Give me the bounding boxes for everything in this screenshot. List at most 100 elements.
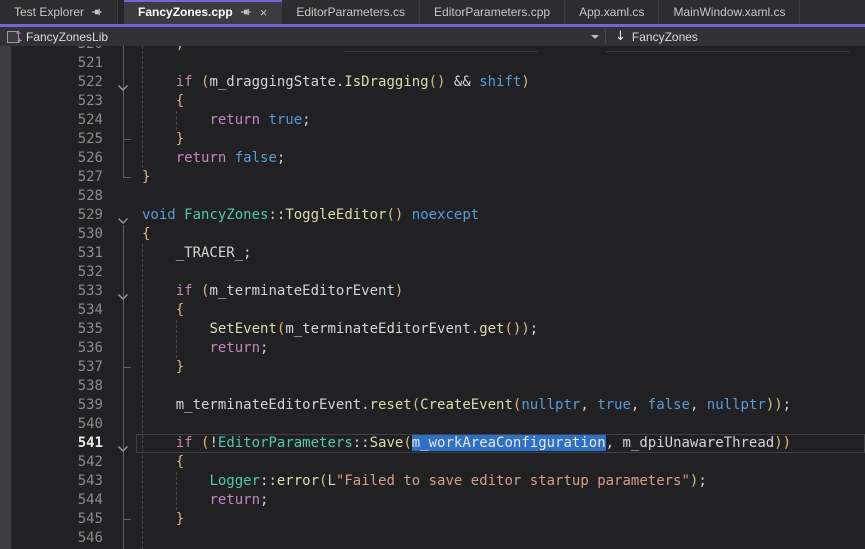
highlighted-word: m_workAreaConfiguration xyxy=(412,435,606,451)
code-line-546[interactable]: 546 xyxy=(11,529,865,548)
line-number: 526 xyxy=(11,149,103,168)
code-line-533[interactable]: 533 if (m_terminateEditorEvent) xyxy=(11,282,865,301)
line-content xyxy=(136,263,142,282)
outlining-margin xyxy=(103,358,136,377)
code-line-520[interactable]: 520 , _______________________ __________… xyxy=(11,46,865,54)
project-dropdown-label: FancyZonesLib xyxy=(26,30,108,44)
fold-chevron-icon[interactable] xyxy=(117,440,129,448)
outlining-margin xyxy=(103,149,136,168)
tab-test-explorer[interactable]: Test Explorer xyxy=(0,0,118,24)
code-editor[interactable]: 520 , _______________________ __________… xyxy=(0,46,865,549)
code-line-544[interactable]: 544 return; xyxy=(11,491,865,510)
code-line-531[interactable]: 531 _TRACER_; xyxy=(11,244,865,263)
chevron-down-icon[interactable] xyxy=(591,35,599,39)
line-content: m_terminateEditorEvent.reset(CreateEvent… xyxy=(136,396,791,415)
code-line-534[interactable]: 534 { xyxy=(11,301,865,320)
line-content: if (m_terminateEditorEvent) xyxy=(136,282,403,301)
line-number: 525 xyxy=(11,130,103,149)
line-number: 529 xyxy=(11,206,103,225)
outlining-margin xyxy=(103,46,136,54)
tab-app-xaml-cs[interactable]: App.xaml.cs xyxy=(565,0,659,24)
tab-editorparameters-cs[interactable]: EditorParameters.cs xyxy=(282,0,420,24)
tab-label: Test Explorer xyxy=(14,5,84,19)
line-content: void FancyZones::ToggleEditor() noexcept xyxy=(136,206,479,225)
code-line-540[interactable]: 540 xyxy=(11,415,865,434)
partial-top-line: 520 , _______________________ __________… xyxy=(11,46,865,54)
scope-dropdown-label: FancyZones xyxy=(632,30,698,44)
fold-chevron-icon[interactable] xyxy=(117,79,129,87)
fold-chevron-icon[interactable] xyxy=(117,212,129,220)
line-content: , _______________________ ______________… xyxy=(136,46,850,54)
code-line-532[interactable]: 532 xyxy=(11,263,865,282)
line-content xyxy=(136,54,142,73)
line-content: } xyxy=(136,168,150,187)
line-number: 544 xyxy=(11,491,103,510)
pin-icon[interactable] xyxy=(91,6,103,18)
outlining-margin xyxy=(103,415,136,434)
code-line-530[interactable]: 530 { xyxy=(11,225,865,244)
line-content: } xyxy=(136,510,184,529)
code-line-541[interactable]: 541 if (!EditorParameters::Save(m_workAr… xyxy=(11,434,865,453)
code-line-536[interactable]: 536 return; xyxy=(11,339,865,358)
tab-editorparameters-cpp[interactable]: EditorParameters.cpp xyxy=(420,0,565,24)
code-line-525[interactable]: 525 } xyxy=(11,130,865,149)
line-number: 524 xyxy=(11,111,103,130)
tab-mainwindow-xaml-cs[interactable]: MainWindow.xaml.cs xyxy=(659,0,800,24)
code-line-535[interactable]: 535 SetEvent(m_terminateEditorEvent.get(… xyxy=(11,320,865,339)
line-number: 533 xyxy=(11,282,103,301)
visual-studio-window: Test Explorer FancyZones.cpp × EditorParame… xyxy=(0,0,865,549)
fold-chevron-icon[interactable] xyxy=(117,288,129,296)
line-content: } xyxy=(136,130,184,149)
outlining-margin xyxy=(103,244,136,263)
code-line-522[interactable]: 522 if (m_draggingState.IsDragging() && … xyxy=(11,73,865,92)
line-content: return; xyxy=(136,339,268,358)
outlining-margin xyxy=(103,339,136,358)
scope-dropdown[interactable]: ↓ FancyZones xyxy=(606,27,698,46)
code-line-523[interactable]: 523 { xyxy=(11,92,865,111)
line-content: SetEvent(m_terminateEditorEvent.get()); xyxy=(136,320,538,339)
outlining-margin xyxy=(103,130,136,149)
project-dropdown[interactable]: ++ FancyZonesLib xyxy=(0,27,605,46)
outlining-margin xyxy=(103,263,136,282)
tab-label: EditorParameters.cpp xyxy=(434,5,550,19)
code-line-526[interactable]: 526 return false; xyxy=(11,149,865,168)
line-number: 530 xyxy=(11,225,103,244)
code-line-543[interactable]: 543 Logger::error(L"Failed to save edito… xyxy=(11,472,865,491)
line-number: 539 xyxy=(11,396,103,415)
line-content: { xyxy=(136,453,184,472)
line-content: return; xyxy=(136,491,268,510)
code-line-537[interactable]: 537 } xyxy=(11,358,865,377)
line-number: 527 xyxy=(11,168,103,187)
line-content: Logger::error(L"Failed to save editor st… xyxy=(136,472,707,491)
cpp-project-icon: ++ xyxy=(7,30,20,43)
outlining-margin xyxy=(103,54,136,73)
code-line-529[interactable]: 529 void FancyZones::ToggleEditor() noexc… xyxy=(11,206,865,225)
code-line-521[interactable]: 521 xyxy=(11,54,865,73)
close-icon[interactable]: × xyxy=(259,6,269,19)
code-line-542[interactable]: 542 { xyxy=(11,453,865,472)
tab-bar: Test Explorer FancyZones.cpp × EditorParame… xyxy=(0,0,865,27)
line-content: { xyxy=(136,225,150,244)
line-content: return true; xyxy=(136,111,311,130)
tab-label: FancyZones.cpp xyxy=(138,5,233,19)
line-content: _TRACER_; xyxy=(136,244,252,263)
code-line-527[interactable]: 527} xyxy=(11,168,865,187)
line-content xyxy=(136,415,142,434)
line-number: 536 xyxy=(11,339,103,358)
tab-fancyzones-cpp[interactable]: FancyZones.cpp × xyxy=(124,0,282,24)
outlining-margin xyxy=(103,168,136,187)
code-line-538[interactable]: 538 xyxy=(11,377,865,396)
line-content: return false; xyxy=(136,149,285,168)
code-line-528[interactable]: 528 xyxy=(11,187,865,206)
line-number: 546 xyxy=(11,529,103,548)
tab-label: MainWindow.xaml.cs xyxy=(673,5,785,19)
code-line-545[interactable]: 545 } xyxy=(11,510,865,529)
code-line-524[interactable]: 524 return true; xyxy=(11,111,865,130)
line-content: { xyxy=(136,92,184,111)
code-line-539[interactable]: 539 m_terminateEditorEvent.reset(CreateE… xyxy=(11,396,865,415)
line-content: if (!EditorParameters::Save(m_workAreaCo… xyxy=(136,434,791,453)
line-number: 542 xyxy=(11,453,103,472)
outlining-margin xyxy=(103,472,136,491)
pin-icon[interactable] xyxy=(240,6,252,18)
breakpoint-margin[interactable] xyxy=(0,46,11,549)
